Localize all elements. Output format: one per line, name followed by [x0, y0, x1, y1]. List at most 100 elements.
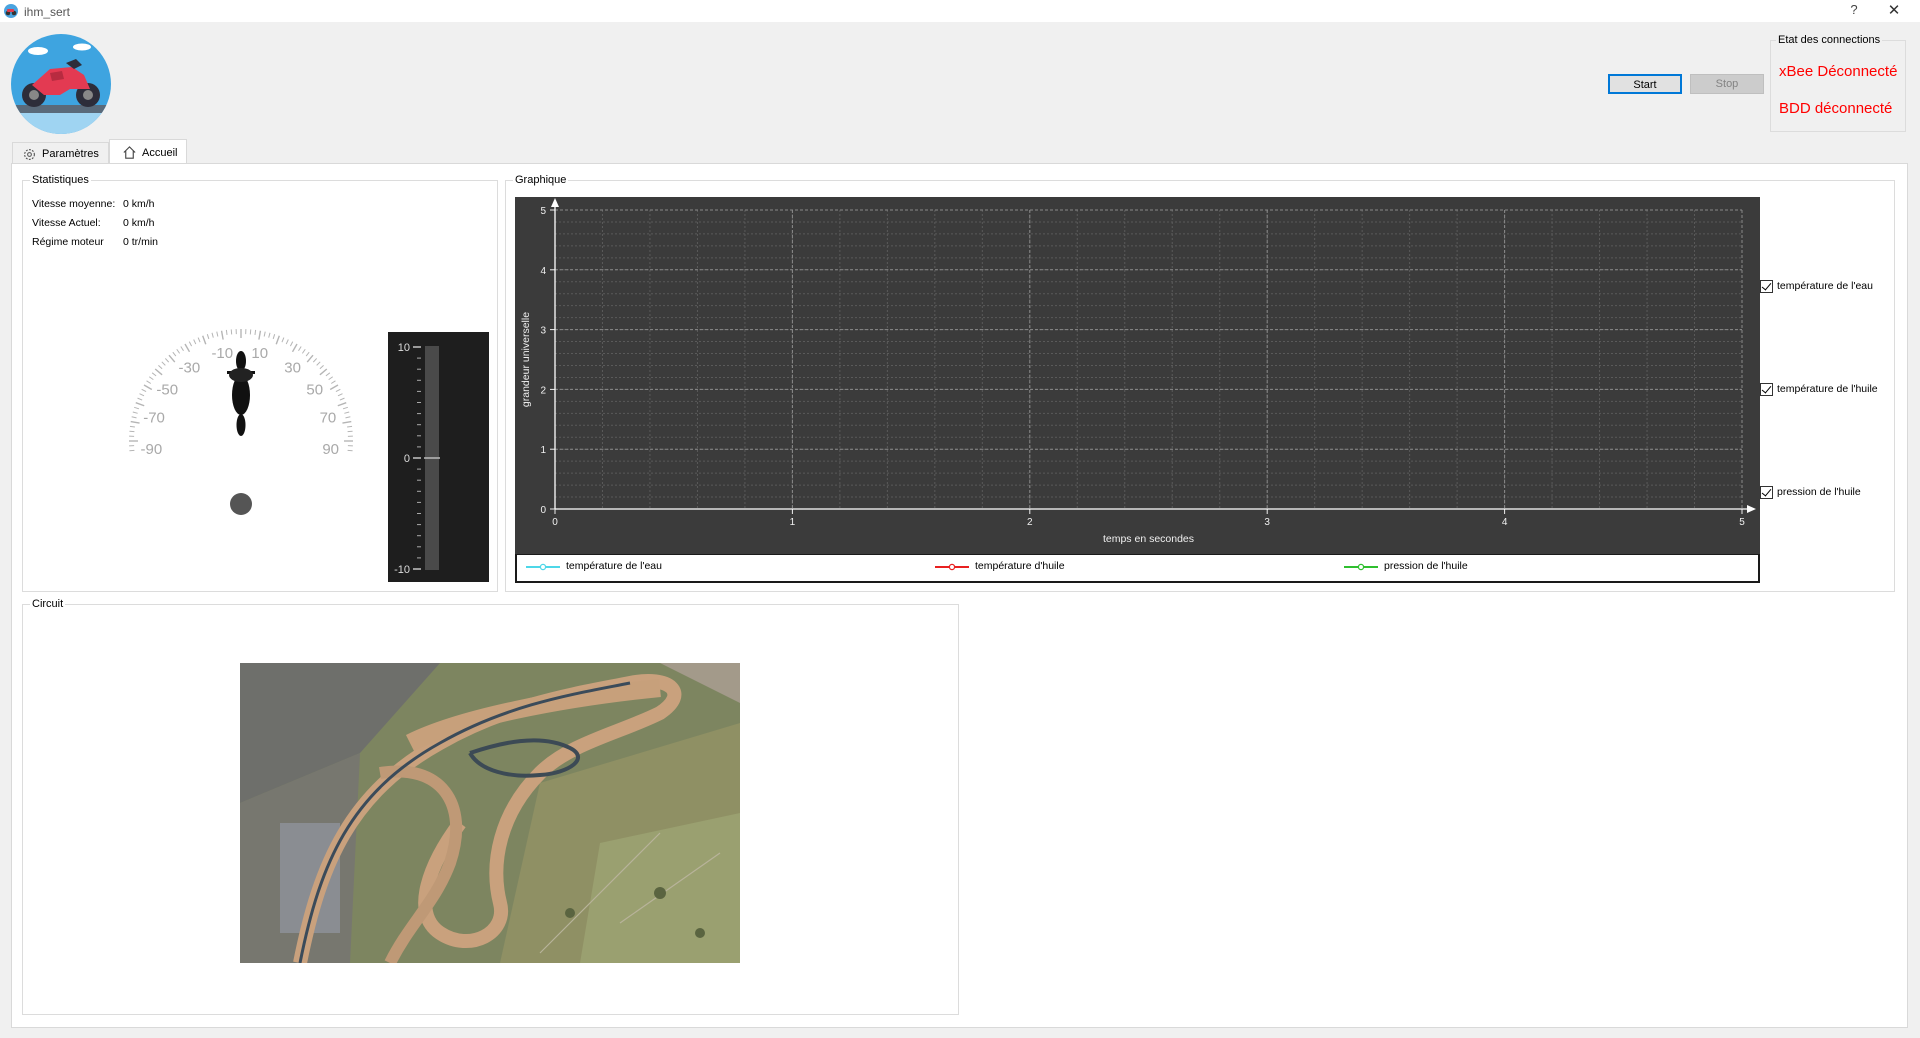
gauge-tick [172, 351, 177, 357]
legend-label: température d'huile [975, 560, 1065, 572]
y-axis-arrow [551, 198, 559, 207]
bdd-status: BDD déconnecté [1779, 100, 1893, 117]
gauge-tick [139, 393, 145, 397]
checkbox-label: pression de l'huile [1777, 486, 1861, 498]
gauge-tick [130, 420, 140, 424]
gauge-tick [342, 420, 352, 424]
gauge-tick-label: -90 [140, 441, 162, 458]
gauge-tick [135, 402, 145, 407]
x-tick-label: 3 [1264, 517, 1270, 528]
help-icon[interactable]: ? [1844, 2, 1864, 17]
checkbox-checked[interactable] [1760, 280, 1773, 293]
stat-label: Vitesse Actuel: [32, 217, 101, 229]
statistics-group: Statistiques Vitesse moyenne: 0 km/h Vite… [22, 174, 498, 592]
window-title: ihm_sert [24, 5, 71, 19]
gauge-tick [330, 380, 336, 384]
gauge-tick [316, 361, 321, 366]
checkbox-label: température de l'huile [1777, 383, 1878, 395]
gauge-tick-label: -50 [156, 381, 178, 398]
gauge-tick [148, 376, 154, 381]
gauge-tick [211, 332, 214, 338]
stat-label: Vitesse moyenne: [32, 198, 116, 210]
gauge-tick [225, 329, 228, 335]
gauge-tick [197, 337, 201, 343]
statistics-title: Statistiques [30, 174, 91, 186]
circuit-aerial-image [240, 663, 740, 963]
app-icon [4, 4, 18, 18]
gauge-tick [305, 351, 310, 357]
gauge-tick [291, 343, 298, 353]
gauge-tick [137, 397, 143, 401]
gauge-tick [342, 406, 348, 410]
gauge-tick [254, 329, 257, 335]
gauge-tick [312, 358, 318, 363]
gauge-tick [202, 335, 207, 345]
checkbox-checked[interactable] [1760, 486, 1773, 499]
motorcycle-icon [227, 351, 255, 436]
gauge-tick [268, 332, 271, 338]
stat-value: 0 tr/min [123, 236, 159, 248]
gauge-tick-label: 10 [251, 345, 268, 362]
x-tick-label: 2 [1027, 517, 1033, 528]
gauge-tick [134, 406, 140, 410]
y-tick-label: 0 [540, 505, 546, 516]
chart-legend: température de l'eau température d'huile… [515, 554, 1760, 583]
gauge-tick [164, 358, 170, 363]
gauge-tick [129, 425, 135, 428]
gauge-tick [263, 331, 266, 337]
stat-value: 0 km/h [123, 217, 155, 229]
y-tick-label: 2 [540, 385, 546, 396]
gauge-tick-label: 50 [306, 381, 323, 398]
tab-parametres-label: Paramètres [42, 148, 99, 160]
tab-accueil[interactable]: Accueil [109, 139, 187, 164]
slider-tick-label: 0 [404, 453, 410, 465]
gauge-tick [337, 393, 343, 397]
gauge-tick-label: 90 [322, 441, 339, 458]
gauge-tick [339, 397, 345, 401]
gauge-tick [176, 348, 181, 354]
gauge-tick [285, 339, 289, 345]
gauge-tick [328, 376, 334, 381]
tab-parametres[interactable]: Paramètres [12, 142, 109, 164]
gauge-tick [347, 425, 353, 428]
moto-rear-wheel [236, 414, 246, 436]
gauge-tick-label: 30 [284, 359, 301, 376]
slider-panel: 10 0 -10 [388, 332, 489, 582]
connections-group: Etat des connections xBee Déconnecté BDD… [1770, 34, 1906, 132]
gauge-tick [168, 354, 176, 363]
circuit-title: Circuit [30, 598, 66, 610]
gauge-tick [272, 334, 276, 340]
stat-label: Régime moteur [32, 236, 104, 248]
y-tick-label: 1 [540, 445, 546, 456]
chart-group-title: Graphique [513, 174, 569, 186]
chart-plot: 0 1 2 3 4 5 0 1 2 3 4 5 temps en secondes grandeur un… [520, 198, 1756, 545]
close-icon[interactable]: ✕ [1884, 1, 1904, 19]
vertical-slider[interactable]: 10 0 -10 [388, 332, 489, 582]
gauge-tick [335, 388, 341, 393]
gauge-tick [344, 411, 350, 414]
start-button[interactable]: Start [1608, 74, 1682, 94]
gauge-tick [275, 335, 280, 345]
x-tick-label: 0 [552, 517, 558, 528]
gauge-tick [151, 372, 157, 377]
gauge-tick [298, 346, 302, 352]
x-tick-label: 4 [1502, 517, 1508, 528]
gauge-tick [337, 402, 347, 407]
gauge-tick [158, 364, 163, 370]
motorcycle-logo [11, 34, 111, 134]
title-bar: ihm_sert ? ✕ [0, 0, 1920, 22]
x-tick-label: 1 [790, 517, 796, 528]
gauge-tick [319, 364, 324, 370]
gauge-tick [345, 416, 351, 419]
checkbox-checked[interactable] [1760, 383, 1773, 396]
gauge-tick-label: 70 [320, 410, 337, 427]
stop-button[interactable]: Stop [1690, 74, 1764, 94]
slider-tick-label: 10 [398, 342, 410, 354]
gauge-tick [325, 372, 331, 377]
gauge-tick-label: -30 [179, 359, 201, 376]
moto-rider [229, 368, 253, 382]
x-axis-label: temps en secondes [1103, 533, 1194, 545]
gauge-tick [161, 361, 166, 366]
gauge-tick [132, 411, 138, 414]
checkbox-label: température de l'eau [1777, 280, 1873, 292]
